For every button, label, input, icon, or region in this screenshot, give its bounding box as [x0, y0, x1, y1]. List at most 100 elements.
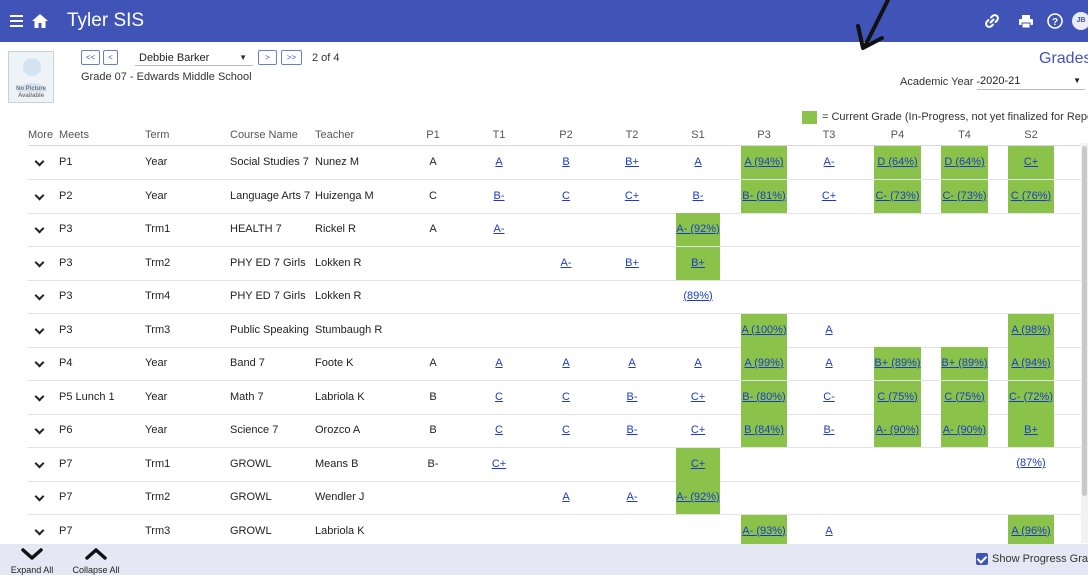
grade-link[interactable]: B: [562, 156, 569, 168]
column-header-meets[interactable]: Meets: [59, 125, 139, 145]
column-header-p1[interactable]: P1: [415, 125, 451, 145]
table-row[interactable]: P6 Year Science 7 Orozco A B C C B- C+ B (84%) B- A…: [28, 414, 1088, 469]
grade-link[interactable]: C+: [822, 190, 836, 202]
last-student-button[interactable]: >>: [281, 50, 302, 65]
chevron-down-icon[interactable]: [34, 458, 45, 468]
grade-link[interactable]: B+ (89%): [941, 357, 987, 369]
home-icon[interactable]: [30, 0, 50, 42]
grade-link[interactable]: A (94%): [1011, 357, 1050, 369]
column-header-term[interactable]: Term: [145, 125, 225, 145]
column-header-course name[interactable]: Course Name: [230, 125, 315, 145]
grade-link[interactable]: A-: [627, 491, 638, 503]
chevron-down-icon[interactable]: [34, 190, 45, 200]
grade-link[interactable]: C- (73%): [875, 190, 919, 202]
grade-link[interactable]: A: [825, 357, 832, 369]
grade-link[interactable]: A (96%): [1011, 525, 1050, 537]
grade-link[interactable]: C (75%): [877, 391, 917, 403]
grade-link[interactable]: A: [694, 156, 701, 168]
academic-year-select[interactable]: 2020-21 ▼: [977, 72, 1085, 90]
grade-link[interactable]: B-: [627, 424, 638, 436]
grade-link[interactable]: B- (81%): [742, 190, 785, 202]
grade-link[interactable]: A (94%): [744, 156, 783, 168]
grade-link[interactable]: C (75%): [944, 391, 984, 403]
table-row[interactable]: P3 Trm1 HEALTH 7 Rickel R A A- A- (92%): [28, 213, 1088, 247]
expand-all-button[interactable]: Expand All: [4, 544, 60, 575]
grade-link[interactable]: A (100%): [741, 324, 786, 336]
chevron-down-icon[interactable]: [34, 223, 45, 234]
chevron-down-icon[interactable]: [34, 525, 45, 535]
column-header-teacher[interactable]: Teacher: [315, 125, 415, 145]
grade-link[interactable]: C- (73%): [942, 190, 986, 202]
table-row[interactable]: P7 Trm2 GROWL Wendler J A A- A- (92%): [28, 481, 1088, 515]
table-row[interactable]: P5 Lunch 1 Year Math 7 Labriola K B C C B- C+ B- …: [28, 380, 1088, 415]
grade-link[interactable]: A-: [561, 257, 572, 269]
grade-link[interactable]: B- (80%): [742, 391, 785, 403]
grade-link[interactable]: A: [825, 525, 832, 537]
grade-link[interactable]: B-: [824, 424, 835, 436]
grade-link[interactable]: A- (93%): [742, 525, 785, 537]
chevron-down-icon[interactable]: [34, 357, 45, 368]
grade-link[interactable]: B-: [494, 190, 505, 202]
checkbox-checked-icon[interactable]: [976, 553, 988, 566]
app-title[interactable]: Tyler SIS: [67, 0, 144, 42]
help-icon[interactable]: ?: [1045, 0, 1065, 42]
grade-link[interactable]: A: [694, 357, 701, 369]
grade-link[interactable]: A- (92%): [676, 223, 719, 235]
chevron-down-icon[interactable]: [34, 156, 45, 167]
column-header-t4[interactable]: T4: [941, 125, 988, 145]
next-student-button[interactable]: >: [258, 50, 277, 65]
grade-link[interactable]: C-: [823, 391, 835, 403]
grade-link[interactable]: C: [562, 391, 570, 403]
grade-link[interactable]: A- (90%): [943, 424, 986, 436]
grade-link[interactable]: C+: [691, 424, 705, 436]
grade-link[interactable]: A- (92%): [676, 491, 719, 503]
column-header-t2[interactable]: T2: [612, 125, 652, 145]
user-avatar[interactable]: JB: [1072, 12, 1088, 30]
grade-link[interactable]: A-: [824, 156, 835, 168]
table-row[interactable]: P7 Trm1 GROWL Means B B- C+ C+ (79%): [28, 447, 1088, 503]
column-header-s1[interactable]: S1: [676, 125, 720, 145]
grade-link[interactable]: B (84%): [744, 424, 784, 436]
table-row[interactable]: P1 Year Social Studies 7 Nunez M A A B B+ A A (94…: [28, 146, 1088, 201]
student-select[interactable]: Debbie Barker ▼: [135, 50, 253, 66]
chevron-down-icon[interactable]: [34, 391, 45, 401]
chevron-down-icon[interactable]: [34, 257, 45, 267]
grade-link[interactable]: A (99%): [744, 357, 783, 369]
column-header-t3[interactable]: T3: [807, 125, 851, 145]
menu-icon[interactable]: [8, 0, 24, 42]
chevron-down-icon[interactable]: [34, 324, 45, 334]
table-row[interactable]: P4 Year Band 7 Foote K A A A A A A (99%) A B+ (89%)…: [28, 347, 1088, 381]
grade-link[interactable]: B+ (89%): [874, 357, 920, 369]
grade-link[interactable]: A: [825, 324, 832, 336]
grade-link[interactable]: A-: [494, 223, 505, 235]
grade-link[interactable]: A (98%): [1011, 324, 1050, 336]
grade-link[interactable]: C+: [625, 190, 639, 202]
print-icon[interactable]: [1016, 0, 1036, 42]
chevron-down-icon[interactable]: [34, 424, 45, 435]
grade-link[interactable]: A: [628, 357, 635, 369]
show-progress-toggle[interactable]: Show Progress Grades: [976, 553, 1088, 566]
grade-link[interactable]: C: [495, 424, 503, 436]
grade-link[interactable]: D (64%): [944, 156, 984, 168]
collapse-all-button[interactable]: Collapse All: [66, 544, 126, 575]
column-header-s2[interactable]: S2: [1008, 125, 1054, 145]
grade-link[interactable]: C: [562, 190, 570, 202]
grade-link[interactable]: A: [562, 357, 569, 369]
column-header-p2[interactable]: P2: [546, 125, 586, 145]
link-icon[interactable]: [982, 0, 1002, 42]
grade-link[interactable]: C+: [492, 458, 506, 470]
grade-link[interactable]: B+: [625, 156, 639, 168]
grade-link[interactable]: A: [495, 357, 502, 369]
column-header-t1[interactable]: T1: [479, 125, 519, 145]
chevron-down-icon[interactable]: [34, 290, 45, 301]
chevron-down-icon[interactable]: [34, 491, 45, 502]
grade-link[interactable]: C: [495, 391, 503, 403]
grade-link[interactable]: B-: [693, 190, 704, 202]
grade-link[interactable]: C: [562, 424, 570, 436]
column-header-p3[interactable]: P3: [741, 125, 787, 145]
grade-link[interactable]: C+: [691, 391, 705, 403]
grade-link[interactable]: B-: [627, 391, 638, 403]
first-student-button[interactable]: <<: [81, 50, 100, 65]
column-header-p4[interactable]: P4: [874, 125, 921, 145]
grade-link[interactable]: A: [495, 156, 502, 168]
